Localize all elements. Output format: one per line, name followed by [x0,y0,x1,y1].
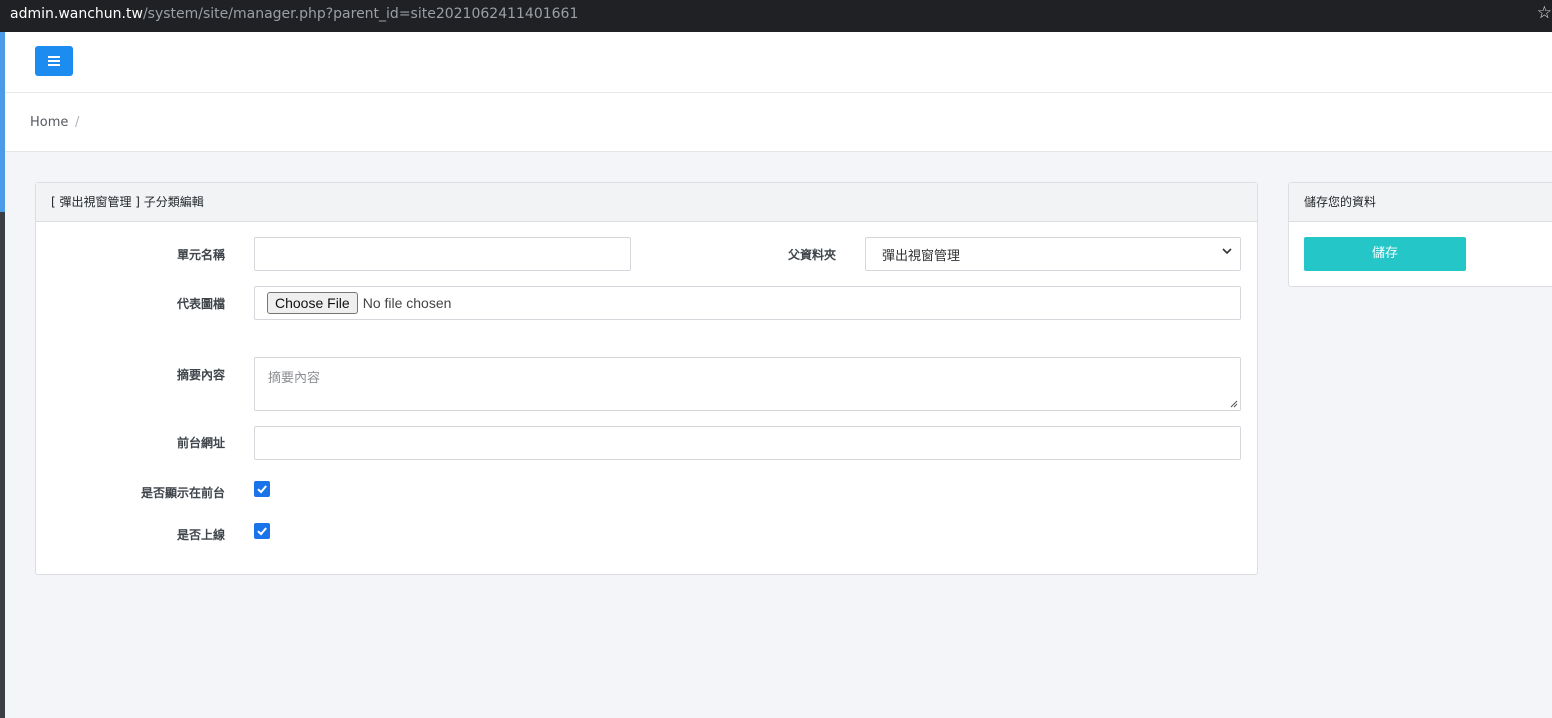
star-outline-icon[interactable]: ☆ [1537,2,1552,24]
resize-grip-icon[interactable] [1230,400,1238,408]
save-card-title: 儲存您的資料 [1289,183,1552,222]
unit-name-input[interactable] [254,237,631,271]
top-navbar [5,32,1552,93]
show-on-frontend-checkbox[interactable] [254,481,270,497]
summary-placeholder: 摘要內容 [268,371,321,386]
file-status-text: No file chosen [362,295,452,311]
save-card: 儲存您的資料 儲存 [1288,182,1552,287]
url-path: /system/site/manager.php?parent_id=site2… [142,6,579,22]
hamburger-menu-icon [48,56,60,66]
image-file-input[interactable]: Choose File No file chosen [254,286,1241,320]
show-on-frontend-label: 是否顯示在前台 [140,486,225,500]
edit-form-title: [ 彈出視窗管理 ] 子分類編輯 [36,183,1257,222]
image-label: 代表圖檔 [176,297,225,311]
chevron-down-icon [1222,248,1232,255]
online-checkbox[interactable] [254,523,270,539]
summary-textarea[interactable]: 摘要內容 [254,357,1241,411]
url-text[interactable]: admin.wanchun.tw/system/site/manager.php… [10,0,578,28]
browser-address-bar[interactable]: admin.wanchun.tw/system/site/manager.php… [0,0,1552,32]
url-host: admin.wanchun.tw [10,6,143,22]
checkmark-icon [257,527,267,536]
frontend-url-input[interactable] [254,426,1241,460]
checkmark-icon [257,485,267,494]
save-button[interactable]: 儲存 [1304,237,1466,271]
menu-toggle-button[interactable] [35,46,73,76]
edit-form-card: [ 彈出視窗管理 ] 子分類編輯 單元名稱 父資料夾 彈出視窗管理 代表圖檔 C… [35,182,1258,575]
summary-label: 摘要內容 [176,368,225,382]
choose-file-button[interactable]: Choose File [267,292,358,314]
frontend-url-label: 前台網址 [176,436,225,450]
breadcrumb: Home / [5,93,1552,152]
parent-folder-selected: 彈出視窗管理 [882,248,961,264]
breadcrumb-home-link[interactable]: Home [30,115,68,130]
parent-folder-select[interactable]: 彈出視窗管理 [865,237,1241,271]
unit-name-label: 單元名稱 [176,248,225,262]
parent-folder-label: 父資料夾 [787,248,836,262]
breadcrumb-separator: / [75,115,80,130]
online-label: 是否上線 [176,528,225,542]
